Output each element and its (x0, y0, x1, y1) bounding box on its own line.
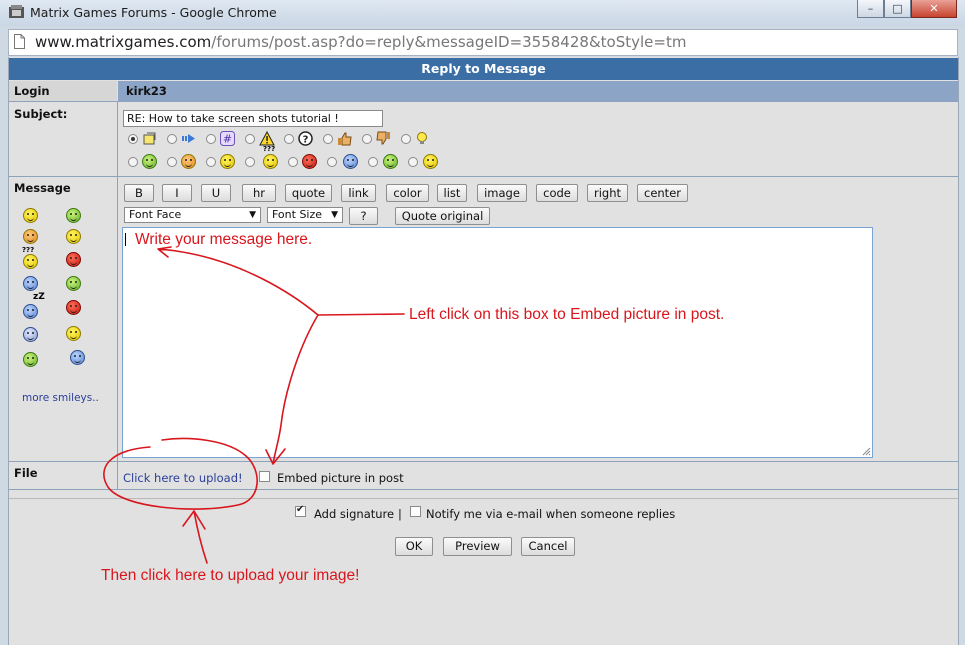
arrow-to-message (157, 246, 319, 316)
toolbar-button-right[interactable]: right (587, 184, 628, 202)
toolbar-button-link[interactable]: link (341, 184, 376, 202)
toolbar-button-list[interactable]: list (437, 184, 467, 202)
toolbar-button-quote[interactable]: quote (285, 184, 332, 202)
upload-circle (103, 437, 258, 510)
arrow-to-upload (265, 314, 319, 465)
annotation-left-click: Left click on this box to Embed picture … (409, 306, 725, 323)
annotation-write-message: Write your message here. (135, 231, 313, 248)
toolbar-button-i[interactable]: I (162, 184, 192, 202)
pointer-line (317, 313, 405, 316)
toolbar-button-code[interactable]: code (536, 184, 578, 202)
toolbar-button-b[interactable]: B (124, 184, 154, 202)
toolbar-button-hr[interactable]: hr (242, 184, 276, 202)
toolbar-button-center[interactable]: center (637, 184, 688, 202)
arrow-from-bottom (182, 510, 208, 564)
toolbar-button-u[interactable]: U (201, 184, 231, 202)
toolbar-button-color[interactable]: color (386, 184, 429, 202)
toolbar-button-image[interactable]: image (477, 184, 527, 202)
annotation-then-click: Then click here to upload your image! (101, 567, 360, 584)
